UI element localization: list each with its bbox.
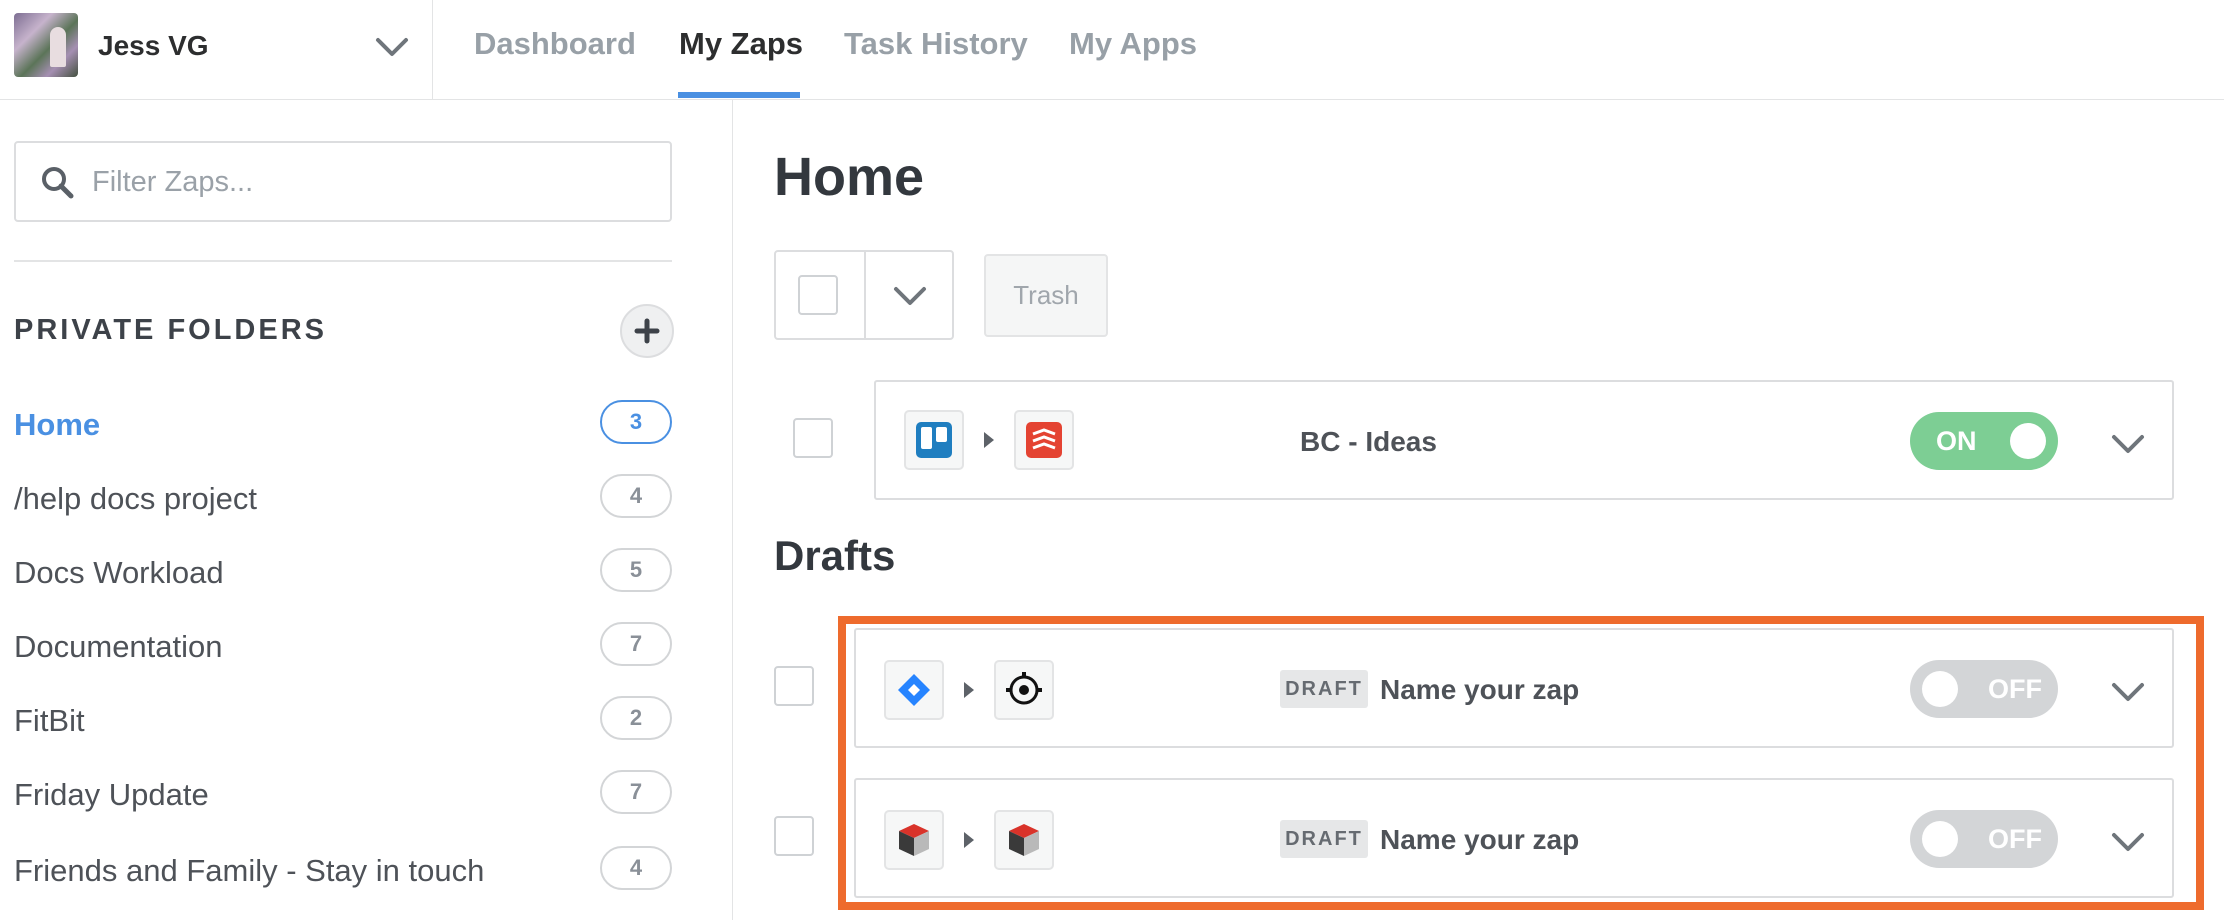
- folder-count: 4: [600, 846, 672, 890]
- folder-name: /help docs project: [14, 481, 257, 516]
- toggle-knob: [2010, 423, 2046, 459]
- tab-my-apps[interactable]: My Apps: [1069, 26, 1197, 100]
- add-folder-button[interactable]: [620, 304, 674, 358]
- account-name: Jess VG: [98, 30, 209, 61]
- folder-name: Friday Update: [14, 777, 209, 812]
- draft-checkbox[interactable]: [774, 666, 814, 706]
- drafts-heading: Drafts: [774, 532, 896, 579]
- tab-my-zaps[interactable]: My Zaps: [679, 26, 803, 100]
- filter-zaps-input[interactable]: [90, 157, 650, 207]
- account-switcher[interactable]: Jess VG: [0, 0, 433, 100]
- search-icon: [42, 167, 74, 199]
- zap-row[interactable]: BC - Ideas ON: [874, 380, 2174, 500]
- chevron-down-icon[interactable]: [890, 276, 930, 316]
- bulk-select-control[interactable]: [774, 250, 954, 340]
- sidebar: PRIVATE FOLDERS Home 3 /help docs projec…: [0, 100, 733, 920]
- plus-icon: [634, 318, 660, 344]
- zap-toggle[interactable]: ON: [1910, 412, 2058, 470]
- page-title: Home: [774, 147, 925, 207]
- select-all-checkbox[interactable]: [798, 275, 838, 315]
- zap-checkbox[interactable]: [793, 418, 833, 458]
- toggle-label: ON: [1936, 426, 1977, 456]
- sidebar-item-docs-workload[interactable]: Docs Workload 5: [0, 541, 690, 601]
- tab-task-history[interactable]: Task History: [844, 26, 1028, 100]
- top-navigation: Jess VG Dashboard My Zaps Task History M…: [0, 0, 2224, 100]
- sidebar-item-friends-and-family[interactable]: Friends and Family - Stay in touch 4: [0, 839, 690, 899]
- folder-name: Home: [14, 407, 101, 442]
- sidebar-item-fitbit[interactable]: FitBit 2: [0, 689, 690, 749]
- folder-count: 2: [600, 696, 672, 740]
- zap-name: BC - Ideas: [1300, 426, 1437, 457]
- folder-count: 4: [600, 474, 672, 518]
- sidebar-item-home[interactable]: Home 3: [0, 393, 690, 453]
- folder-count: 7: [600, 770, 672, 814]
- bulk-select-separator: [864, 252, 866, 338]
- trello-icon: [904, 410, 964, 470]
- trash-button[interactable]: Trash: [984, 254, 1108, 337]
- folder-count: 5: [600, 548, 672, 592]
- folder-count: 3: [600, 400, 672, 444]
- todoist-icon: [1014, 410, 1074, 470]
- folder-name: Documentation: [14, 629, 223, 664]
- folder-name: Friends and Family - Stay in touch: [14, 853, 485, 888]
- sidebar-divider: [14, 260, 672, 262]
- sidebar-item-help-docs-project[interactable]: /help docs project 4: [0, 467, 690, 527]
- folder-count: 7: [600, 622, 672, 666]
- avatar: [14, 13, 78, 77]
- folder-name: Docs Workload: [14, 555, 224, 590]
- draft-checkbox[interactable]: [774, 816, 814, 856]
- sidebar-item-documentation[interactable]: Documentation 7: [0, 615, 690, 675]
- drafts-highlight-box: [838, 616, 2204, 910]
- private-folders-heading: PRIVATE FOLDERS: [14, 314, 327, 346]
- sidebar-item-friday-update[interactable]: Friday Update 7: [0, 763, 690, 823]
- arrow-right-icon: [984, 432, 994, 448]
- tab-dashboard[interactable]: Dashboard: [474, 26, 636, 100]
- chevron-down-icon[interactable]: [2108, 424, 2148, 464]
- active-tab-indicator: [678, 92, 800, 98]
- filter-box[interactable]: [14, 141, 672, 222]
- chevron-down-icon[interactable]: [372, 28, 412, 68]
- folder-name: FitBit: [14, 703, 85, 738]
